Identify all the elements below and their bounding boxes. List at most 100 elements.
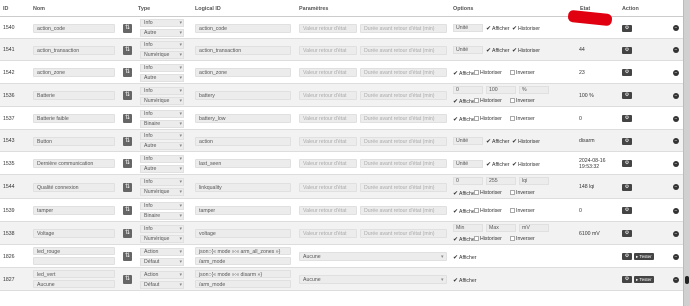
historiser-option[interactable]: ✔Historiser: [512, 161, 540, 168]
return-duration-input[interactable]: Durée avant retour d'état (min): [360, 229, 447, 238]
value-select[interactable]: Aucune: [299, 252, 447, 261]
remove-icon[interactable]: −: [673, 230, 679, 237]
cmd-name-input[interactable]: led_vert: [33, 270, 115, 278]
logical-id-input[interactable]: json::{« mode »:« arm_all_zones »}: [195, 247, 291, 255]
min-input[interactable]: 0: [453, 86, 483, 94]
afficher-option[interactable]: ✔Afficher: [486, 47, 510, 54]
logical-id-input[interactable]: action_code: [195, 23, 291, 33]
remove-icon[interactable]: −: [673, 253, 679, 260]
remove-icon[interactable]: −: [673, 160, 679, 167]
gear-icon[interactable]: ⚙: [622, 46, 632, 54]
return-value-input[interactable]: Valeur retour d'état: [299, 159, 357, 168]
subtype-select[interactable]: Numérique: [140, 188, 184, 196]
afficher-option[interactable]: ✔Afficher: [486, 161, 510, 168]
remove-icon[interactable]: −: [673, 115, 679, 122]
icon-picker-button[interactable]: ⇅: [123, 91, 132, 100]
cmd-name-input[interactable]: Dernière communication: [33, 159, 115, 168]
return-value-input[interactable]: Valeur retour d'état: [299, 206, 357, 215]
historiser-option[interactable]: Historiser: [474, 115, 502, 122]
return-duration-input[interactable]: Durée avant retour d'état (min): [360, 68, 447, 77]
logical-id-input[interactable]: linkquality: [195, 182, 291, 192]
subtype-select[interactable]: Binaire: [140, 119, 184, 128]
unit-input[interactable]: Unité: [453, 46, 483, 54]
cmd-name-input[interactable]: Batterie: [33, 91, 115, 100]
remove-icon[interactable]: −: [673, 207, 679, 214]
subtype-select[interactable]: Défaut: [140, 280, 184, 289]
afficher-option[interactable]: ✔Afficher: [453, 208, 477, 215]
logical-id-input[interactable]: voltage: [195, 229, 291, 238]
gear-icon[interactable]: ⚙: [622, 24, 632, 32]
type-select[interactable]: Info: [140, 132, 184, 140]
cmd-name-input[interactable]: Button: [33, 136, 115, 146]
return-duration-input[interactable]: Durée avant retour d'état (min): [360, 136, 447, 146]
icon-picker-button[interactable]: ⇅: [123, 136, 132, 146]
inverser-option-checkbox[interactable]: [510, 115, 515, 121]
inverser-option[interactable]: Inverser: [510, 69, 535, 76]
unit-input[interactable]: mV: [519, 224, 549, 232]
historiser-option-checkbox[interactable]: [474, 236, 479, 241]
afficher-option[interactable]: ✔Afficher: [453, 254, 477, 261]
subtype-select[interactable]: Autre: [140, 142, 184, 150]
cmd-name-input[interactable]: Batterie faible: [33, 114, 115, 123]
remove-icon[interactable]: −: [673, 184, 679, 190]
logical-id-input[interactable]: battery_low: [195, 114, 291, 123]
subtype-select[interactable]: Autre: [140, 164, 184, 173]
cmd-name-input[interactable]: Voltage: [33, 229, 115, 238]
subtype-select[interactable]: Défaut: [140, 257, 184, 266]
type-select[interactable]: Info: [140, 201, 184, 210]
min-input[interactable]: Min: [453, 224, 483, 232]
return-duration-input[interactable]: Durée avant retour d'état (min): [360, 159, 447, 168]
icon-picker-button[interactable]: ⇅: [123, 159, 132, 168]
historiser-option[interactable]: ✔Historiser: [512, 47, 540, 54]
subtype-select[interactable]: Autre: [140, 73, 184, 82]
return-duration-input[interactable]: Durée avant retour d'état (min): [360, 114, 447, 123]
inverser-option[interactable]: Inverser: [510, 98, 535, 104]
return-value-input[interactable]: Valeur retour d'état: [299, 45, 357, 55]
afficher-option[interactable]: ✔Afficher: [453, 116, 477, 123]
historiser-option[interactable]: Historiser: [474, 98, 502, 104]
value-select[interactable]: Aucune: [299, 275, 447, 284]
gear-icon[interactable]: ⚙: [622, 69, 632, 76]
cmd-name-input[interactable]: led_rouge: [33, 247, 115, 255]
historiser-option-checkbox[interactable]: [474, 115, 479, 121]
icon-picker-button[interactable]: ⇅: [123, 252, 132, 261]
type-select[interactable]: Info: [140, 41, 184, 49]
type-select[interactable]: Info: [140, 109, 184, 118]
max-input[interactable]: Max: [486, 224, 516, 232]
scrollbar-track[interactable]: [684, 0, 690, 306]
scrollbar-thumb[interactable]: [685, 276, 689, 284]
return-value-input[interactable]: Valeur retour d'état: [299, 68, 357, 77]
inverser-option-checkbox[interactable]: [510, 69, 515, 75]
logical-id-input[interactable]: action_transaction: [195, 45, 291, 55]
type-select[interactable]: Info: [140, 224, 184, 233]
afficher-option[interactable]: ✔Afficher: [453, 98, 477, 105]
historiser-option[interactable]: ✔Historiser: [512, 25, 540, 32]
return-duration-input[interactable]: Durée avant retour d'état (min): [360, 45, 447, 55]
gear-icon[interactable]: ⚙: [622, 276, 632, 283]
logical-id-input[interactable]: action: [195, 136, 291, 146]
remove-icon[interactable]: −: [673, 276, 679, 283]
type-select[interactable]: Info: [140, 154, 184, 163]
type-select[interactable]: Action: [140, 247, 184, 256]
return-value-input[interactable]: Valeur retour d'état: [299, 91, 357, 100]
unit-input[interactable]: Unité: [453, 137, 483, 145]
cmd-name-select[interactable]: Aucune: [33, 280, 115, 288]
historiser-option-checkbox[interactable]: [474, 98, 479, 103]
remove-icon[interactable]: −: [673, 69, 679, 76]
historiser-option[interactable]: Historiser: [474, 207, 502, 214]
inverser-option-checkbox[interactable]: [510, 236, 515, 241]
gear-icon[interactable]: ⚙: [622, 207, 632, 214]
gear-icon[interactable]: ⚙: [622, 92, 632, 99]
remove-icon[interactable]: −: [673, 138, 679, 144]
icon-picker-button[interactable]: ⇅: [123, 182, 132, 192]
return-value-input[interactable]: Valeur retour d'état: [299, 136, 357, 146]
icon-picker-button[interactable]: ⇅: [123, 114, 132, 123]
historiser-option-checkbox[interactable]: [474, 207, 479, 213]
type-select[interactable]: Info: [140, 86, 184, 95]
inverser-option[interactable]: Inverser: [510, 190, 535, 196]
gear-icon[interactable]: ⚙: [622, 115, 632, 122]
icon-picker-button[interactable]: ⇅: [123, 23, 132, 33]
gear-icon[interactable]: ⚙: [622, 230, 632, 237]
logical-id-input[interactable]: tamper: [195, 206, 291, 215]
remove-icon[interactable]: −: [673, 25, 679, 31]
